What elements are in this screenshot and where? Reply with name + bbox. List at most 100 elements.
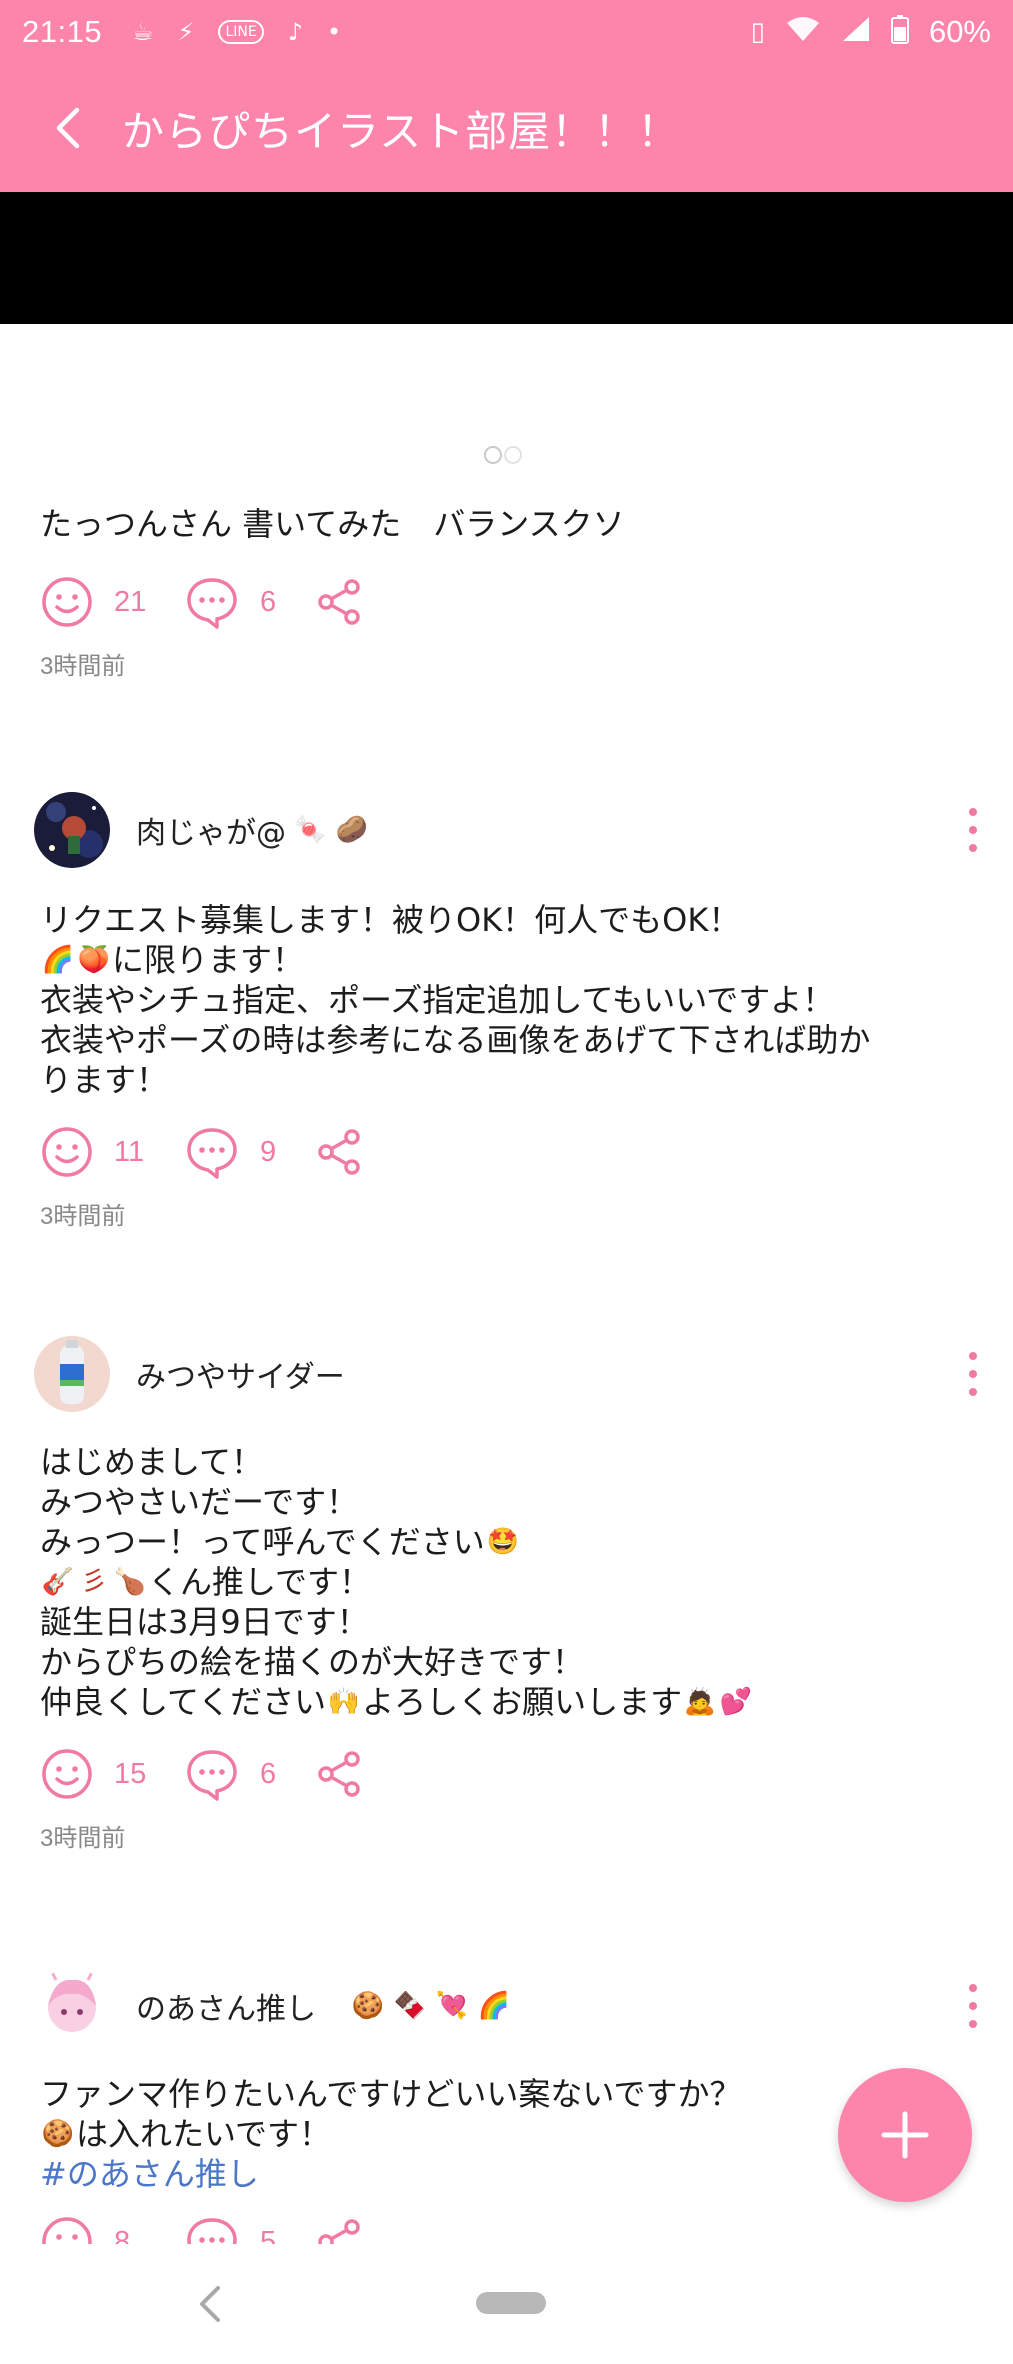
post-text-line: たっつんさん 書いてみた バランスクソ [40, 505, 625, 543]
username-text: のあさん推し [136, 1992, 316, 2027]
comment-button[interactable]: 6 [184, 1747, 300, 1801]
nav-back-icon[interactable] [196, 2282, 224, 2330]
comment-button[interactable]: 9 [184, 1125, 300, 1179]
share-icon [318, 2219, 360, 2244]
comment-icon [187, 578, 237, 629]
new-post-button[interactable] [838, 2068, 972, 2202]
post-header: のあさん推し 🍪 🍫 💘 🌈 [0, 1966, 1013, 2046]
share-icon [318, 1129, 360, 1175]
comment-button[interactable]: 5 [184, 2215, 300, 2244]
post-text-line: 🍪 は入れたいです！ [41, 2115, 332, 2153]
comment-count: 5 [260, 2225, 277, 2245]
post-actions: 21 6 [0, 572, 1013, 632]
avatar[interactable] [34, 792, 110, 868]
like-button[interactable]: 21 [40, 575, 184, 629]
like-button[interactable]: 8 [40, 2215, 184, 2244]
heart-arrow-icon: 💘 [435, 1991, 469, 2021]
username[interactable]: のあさん推し 🍪 🍫 💘 🌈 [136, 1984, 512, 2028]
post-text-line: ります！ [40, 1061, 169, 1099]
wifi-icon [785, 15, 821, 50]
comment-count: 6 [260, 1757, 277, 1790]
star-struck-icon: 🤩 [486, 1527, 519, 1557]
post-text-line: 誕生日は3月9日です！ [40, 1603, 369, 1641]
like-count: 8 [114, 2225, 131, 2245]
post-text-line: みっつー！って呼んでください 🤩 [40, 1523, 519, 1561]
home-pill-icon[interactable] [476, 2292, 546, 2314]
smile-icon [42, 2217, 92, 2244]
battery-icon [890, 14, 909, 51]
comment-count: 6 [260, 585, 277, 618]
more-options-button[interactable] [963, 1984, 983, 2028]
more-options-button[interactable] [963, 1352, 983, 1396]
post-card[interactable]: みつやサイダー はじめまして！ みつやさいだーです！ みっつー！って呼んでくださ… [0, 1334, 1013, 1853]
smile-icon [42, 1749, 92, 1799]
plus-icon [881, 2111, 929, 2159]
bolt-icon: ⚡ [177, 18, 195, 46]
more-options-button[interactable] [963, 808, 983, 852]
post-header: みつやサイダー [0, 1334, 1013, 1414]
comment-button[interactable]: 6 [184, 575, 300, 629]
post-text-line: ファンマ作りたいんですけどいい案ないですか？ [40, 2075, 742, 2113]
share-button[interactable] [316, 1750, 362, 1798]
cookie-icon: 🍪 [41, 2119, 75, 2149]
like-button[interactable]: 11 [40, 1125, 184, 1179]
comment-icon [187, 1128, 237, 1179]
guitar-icon: 🎸 [41, 1567, 75, 1597]
post-text-line: リクエスト募集します！被りOK！何人でもOK！ [40, 901, 741, 939]
drumstick-icon: 🍗 [113, 1567, 147, 1597]
peach-icon: 🍑 [77, 945, 111, 975]
raised-hands-icon: 🙌 [327, 1687, 361, 1717]
chevron-left-icon[interactable] [46, 106, 90, 150]
share-button[interactable] [316, 578, 362, 626]
signal-icon [841, 15, 871, 50]
comment-icon [187, 2218, 237, 2244]
rainbow-icon: 🌈 [477, 1991, 511, 2021]
post-text-line: 衣装やポーズの時は参考になる画像をあげて下されば助か [40, 1021, 871, 1059]
username-text: 肉じゃが@ [136, 816, 286, 851]
post-timestamp: 3時間前 [40, 1203, 126, 1230]
coffee-icon: ☕ [132, 18, 154, 46]
post-text-line: みつやさいだーです！ [40, 1483, 359, 1521]
candy-icon: 🍬 [293, 815, 327, 845]
post-text-line: はじめまして！ [40, 1443, 264, 1481]
avatar[interactable] [34, 1968, 110, 2044]
carousel-dot [504, 446, 522, 464]
post-body: たっつんさん 書いてみた バランスクソ [0, 504, 1013, 544]
like-count: 21 [114, 585, 147, 618]
post-timestamp: 3時間前 [40, 1825, 126, 1852]
like-button[interactable]: 15 [40, 1747, 184, 1801]
hashtag-link[interactable]: #のあさん推し [40, 2154, 973, 2194]
media-banner[interactable] [0, 192, 1013, 324]
avatar[interactable] [34, 1336, 110, 1412]
post-actions: 11 9 [0, 1122, 1013, 1182]
battery-percent: 60% [928, 14, 991, 49]
post-text-line: 🎸 彡 🍗 くん推しです！ [41, 1563, 372, 1601]
bow-icon: 🙇 [683, 1687, 717, 1717]
post-text-line: からぴちの絵を描くのが大好きです！ [40, 1643, 585, 1681]
hearts-icon: 💕 [719, 1687, 753, 1717]
post-text-line: 衣装やシチュ指定、ポーズ指定追加してもいいですよ！ [40, 981, 835, 1019]
like-count: 11 [114, 1135, 145, 1168]
status-time: 21:15 [22, 14, 103, 49]
username[interactable]: みつやサイダー [136, 1352, 345, 1396]
chocolate-icon: 🍫 [393, 1991, 427, 2021]
dot-icon: • [327, 18, 342, 46]
comment-icon [187, 1750, 237, 1801]
post-actions: 8 5 [0, 2212, 1013, 2244]
username[interactable]: 肉じゃが@ 🍬 🥔 [136, 808, 370, 852]
mark-icon: 彡 [80, 1567, 107, 1597]
post-card[interactable]: 肉じゃが@ 🍬 🥔 リクエスト募集します！被りOK！何人でもOK！ 🌈 🍑 に限… [0, 790, 1013, 1231]
status-bar: 21:15 ☕ ⚡ LINE ♪ • ▯ 60% [0, 0, 1013, 64]
system-nav-bar [0, 2244, 1013, 2364]
post-text-line: 仲良くしてください 🙌 よろしくお願いします 🙇 💕 [40, 1683, 753, 1721]
share-button[interactable] [316, 2218, 362, 2244]
post-actions: 15 6 [0, 1744, 1013, 1804]
post-feed[interactable]: たっつんさん 書いてみた バランスクソ 21 6 3時間前 肉じゃが@ 🍬 🥔 … [0, 324, 1013, 2244]
tiktok-icon: ♪ [287, 18, 304, 46]
app-bar: からぴちイラスト部屋！！！ [0, 64, 1013, 192]
username-text: みつやサイダー [136, 1360, 345, 1395]
post-timestamp: 3時間前 [40, 653, 126, 680]
post-card[interactable]: たっつんさん 書いてみた バランスクソ 21 6 3時間前 [0, 504, 1013, 681]
post-header: 肉じゃが@ 🍬 🥔 [0, 790, 1013, 870]
share-button[interactable] [316, 1128, 362, 1176]
